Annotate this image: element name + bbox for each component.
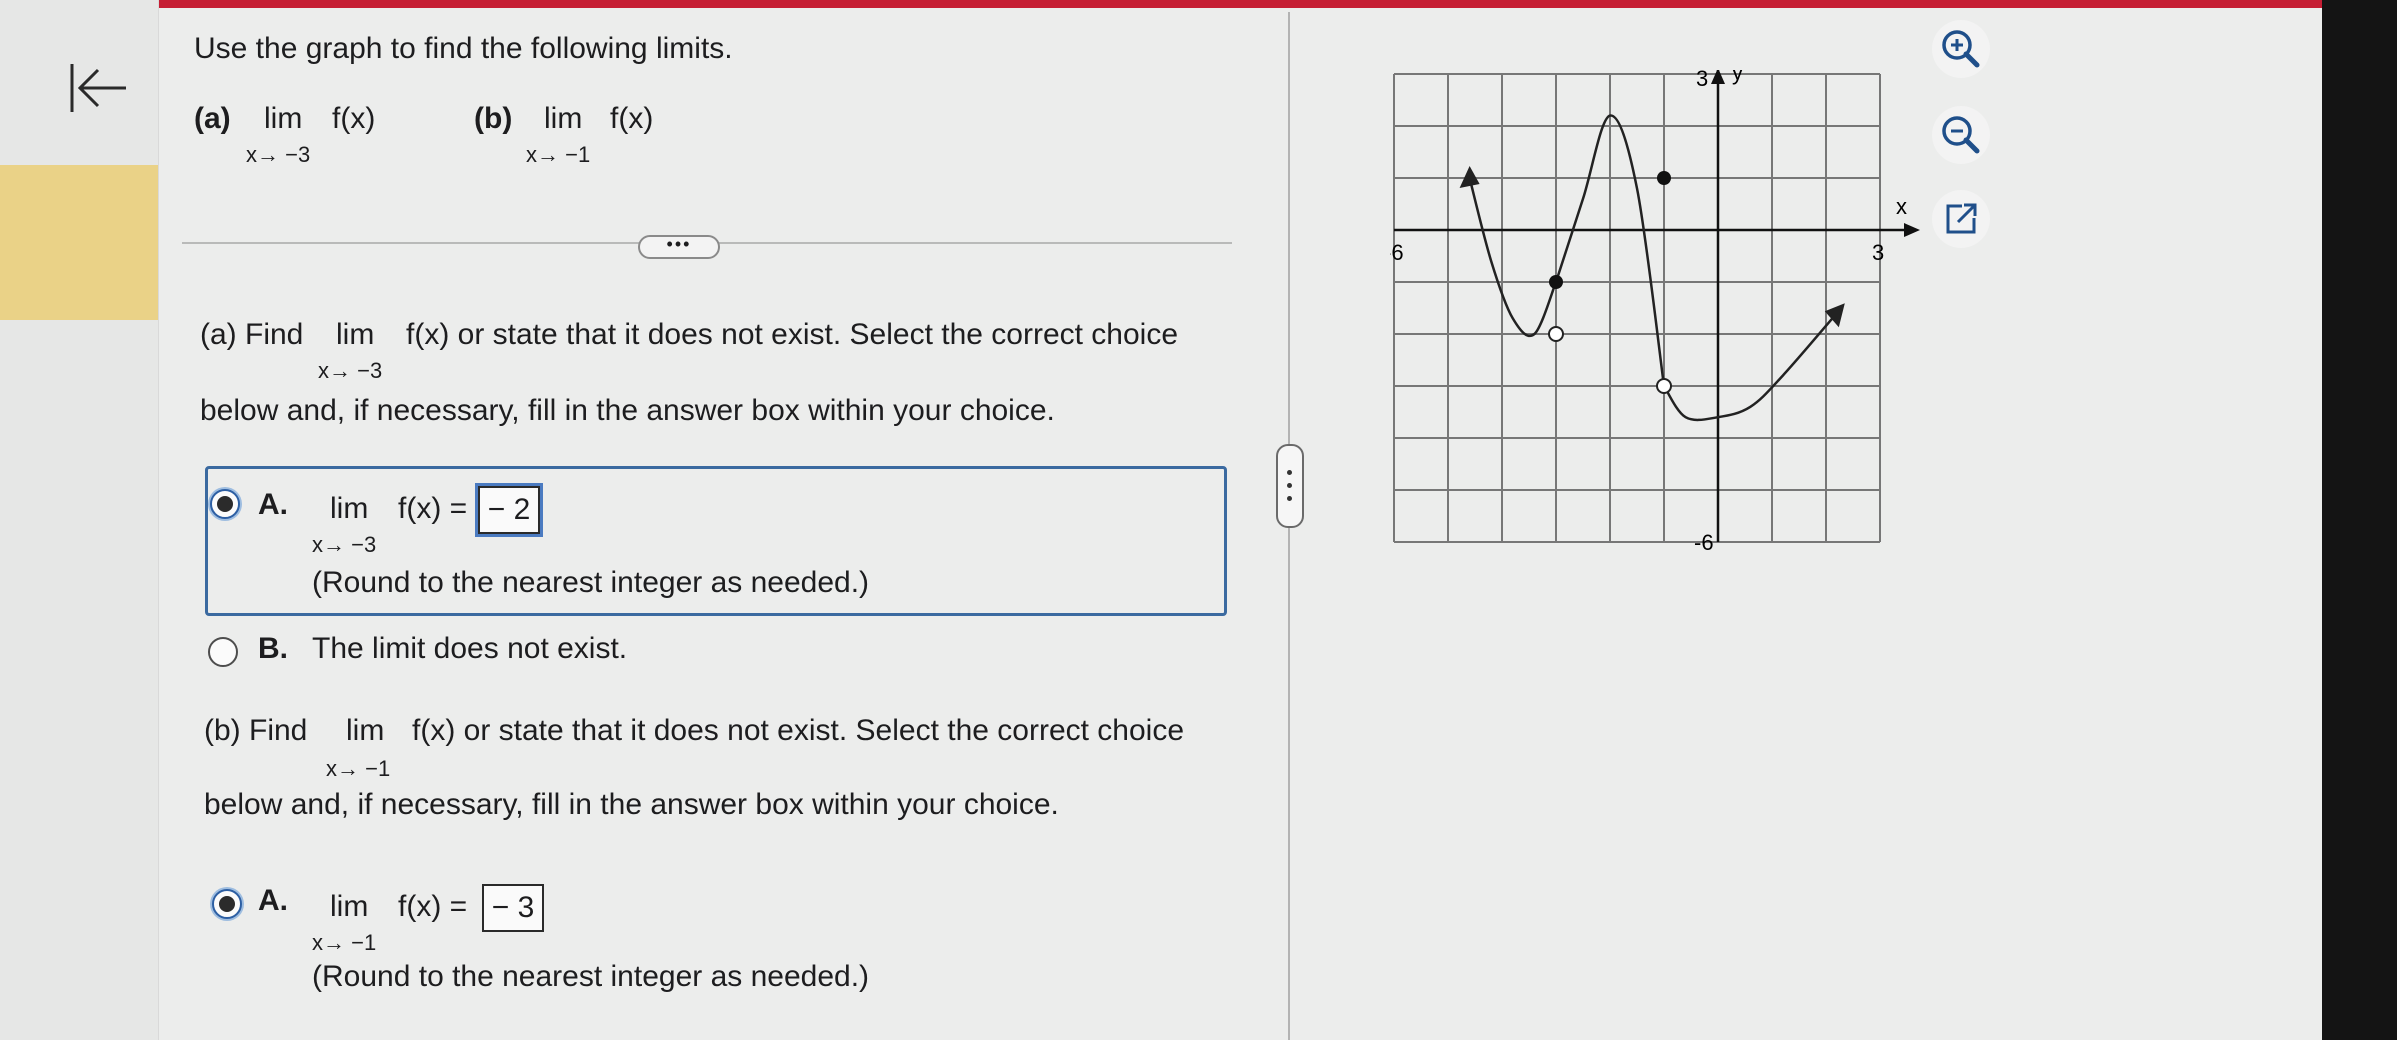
popout-button[interactable] bbox=[1932, 190, 1990, 248]
closed-point bbox=[1549, 275, 1563, 289]
part-a-choice-a-approach: x→ −3 bbox=[312, 532, 377, 557]
part-a-line2: below and, if necessary, fill in the ans… bbox=[200, 394, 1055, 427]
question-prompt: Use the graph to find the following limi… bbox=[194, 32, 733, 65]
left-rail bbox=[0, 0, 159, 1040]
open-point bbox=[1656, 378, 1672, 394]
rail-highlight bbox=[0, 165, 158, 320]
zoom-out-button[interactable] bbox=[1932, 106, 1990, 164]
zoom-out-icon bbox=[1942, 116, 1980, 154]
part-a-choice-b-text[interactable]: The limit does not exist. bbox=[312, 632, 627, 666]
open-point bbox=[1548, 326, 1564, 342]
part-a-approach: x→ −3 bbox=[318, 358, 383, 383]
x-min-label: -6 bbox=[1390, 240, 1404, 265]
approach-a: x→ −3 bbox=[246, 142, 311, 167]
approach-b: x→ −1 bbox=[526, 142, 591, 167]
part-a-find: (a) Find bbox=[200, 318, 304, 351]
lim-b: lim bbox=[544, 102, 583, 135]
curve-piece bbox=[1468, 177, 1558, 338]
x-axis-label: x bbox=[1896, 194, 1907, 219]
part-b-choice-a-note: (Round to the nearest integer as needed.… bbox=[312, 960, 870, 993]
part-a-choice-b-letter: B. bbox=[258, 632, 288, 665]
x-axis-arrow bbox=[1904, 223, 1920, 237]
y-max-label: 3 bbox=[1696, 70, 1708, 91]
zoom-in-button[interactable] bbox=[1932, 20, 1990, 78]
part-b-find: (b) Find bbox=[204, 714, 308, 747]
window-edge bbox=[2322, 0, 2397, 1040]
graph-grid bbox=[1393, 73, 1881, 543]
function-graph: x y -6 3 3 -6 bbox=[1390, 70, 1920, 555]
part-b-choice-a-letter: A. bbox=[258, 884, 288, 917]
collapse-button[interactable] bbox=[68, 60, 130, 116]
closed-point bbox=[1657, 171, 1671, 185]
top-bar bbox=[0, 0, 2330, 8]
part-b-choice-a-fx: f(x) = bbox=[398, 890, 468, 923]
more-button[interactable]: ••• bbox=[638, 235, 720, 259]
part-a-answer-input[interactable]: − 2 bbox=[475, 483, 543, 537]
part-b-choice-a-lim: lim bbox=[330, 890, 369, 923]
part-b-approach: x→ −1 bbox=[326, 756, 391, 781]
part-a-choice-a-letter: A. bbox=[258, 488, 288, 521]
part-b-lim: lim bbox=[346, 714, 385, 747]
part-b-choice-a-approach: x→ −1 bbox=[312, 930, 377, 955]
fx-a: f(x) bbox=[332, 102, 376, 135]
part-a-instructions: f(x) or state that it does not exist. Se… bbox=[406, 318, 1179, 351]
part-a-lim: lim bbox=[336, 318, 375, 351]
part-a-choice-a-lim: lim bbox=[330, 492, 369, 525]
x-max-label: 3 bbox=[1872, 240, 1884, 265]
external-link-icon bbox=[1946, 203, 1977, 234]
part-a-radio-b[interactable] bbox=[208, 637, 238, 667]
part-b-line2: below and, if necessary, fill in the ans… bbox=[204, 788, 1059, 821]
part-b-radio-a[interactable] bbox=[212, 889, 242, 919]
curve-piece bbox=[1662, 312, 1838, 422]
collapse-left-icon bbox=[70, 64, 126, 112]
lim-a: lim bbox=[264, 102, 303, 135]
y-min-label: -6 bbox=[1694, 530, 1714, 555]
part-a-label: (a) bbox=[194, 102, 231, 135]
part-b-instructions: f(x) or state that it does not exist. Se… bbox=[412, 714, 1185, 747]
part-a-choice-a-note: (Round to the nearest integer as needed.… bbox=[312, 566, 870, 599]
y-axis-label: y bbox=[1732, 70, 1743, 85]
zoom-in-icon bbox=[1942, 30, 1980, 68]
graph-curves bbox=[1459, 114, 1845, 422]
part-b-answer-input[interactable]: − 3 bbox=[482, 884, 544, 932]
fx-b: f(x) bbox=[610, 102, 654, 135]
resize-handle[interactable] bbox=[1276, 444, 1304, 528]
y-axis-arrow bbox=[1711, 70, 1725, 84]
part-a-radio-a[interactable] bbox=[210, 489, 240, 519]
part-b-label: (b) bbox=[474, 102, 513, 135]
part-a-choice-a-fx: f(x) = bbox=[398, 492, 468, 525]
